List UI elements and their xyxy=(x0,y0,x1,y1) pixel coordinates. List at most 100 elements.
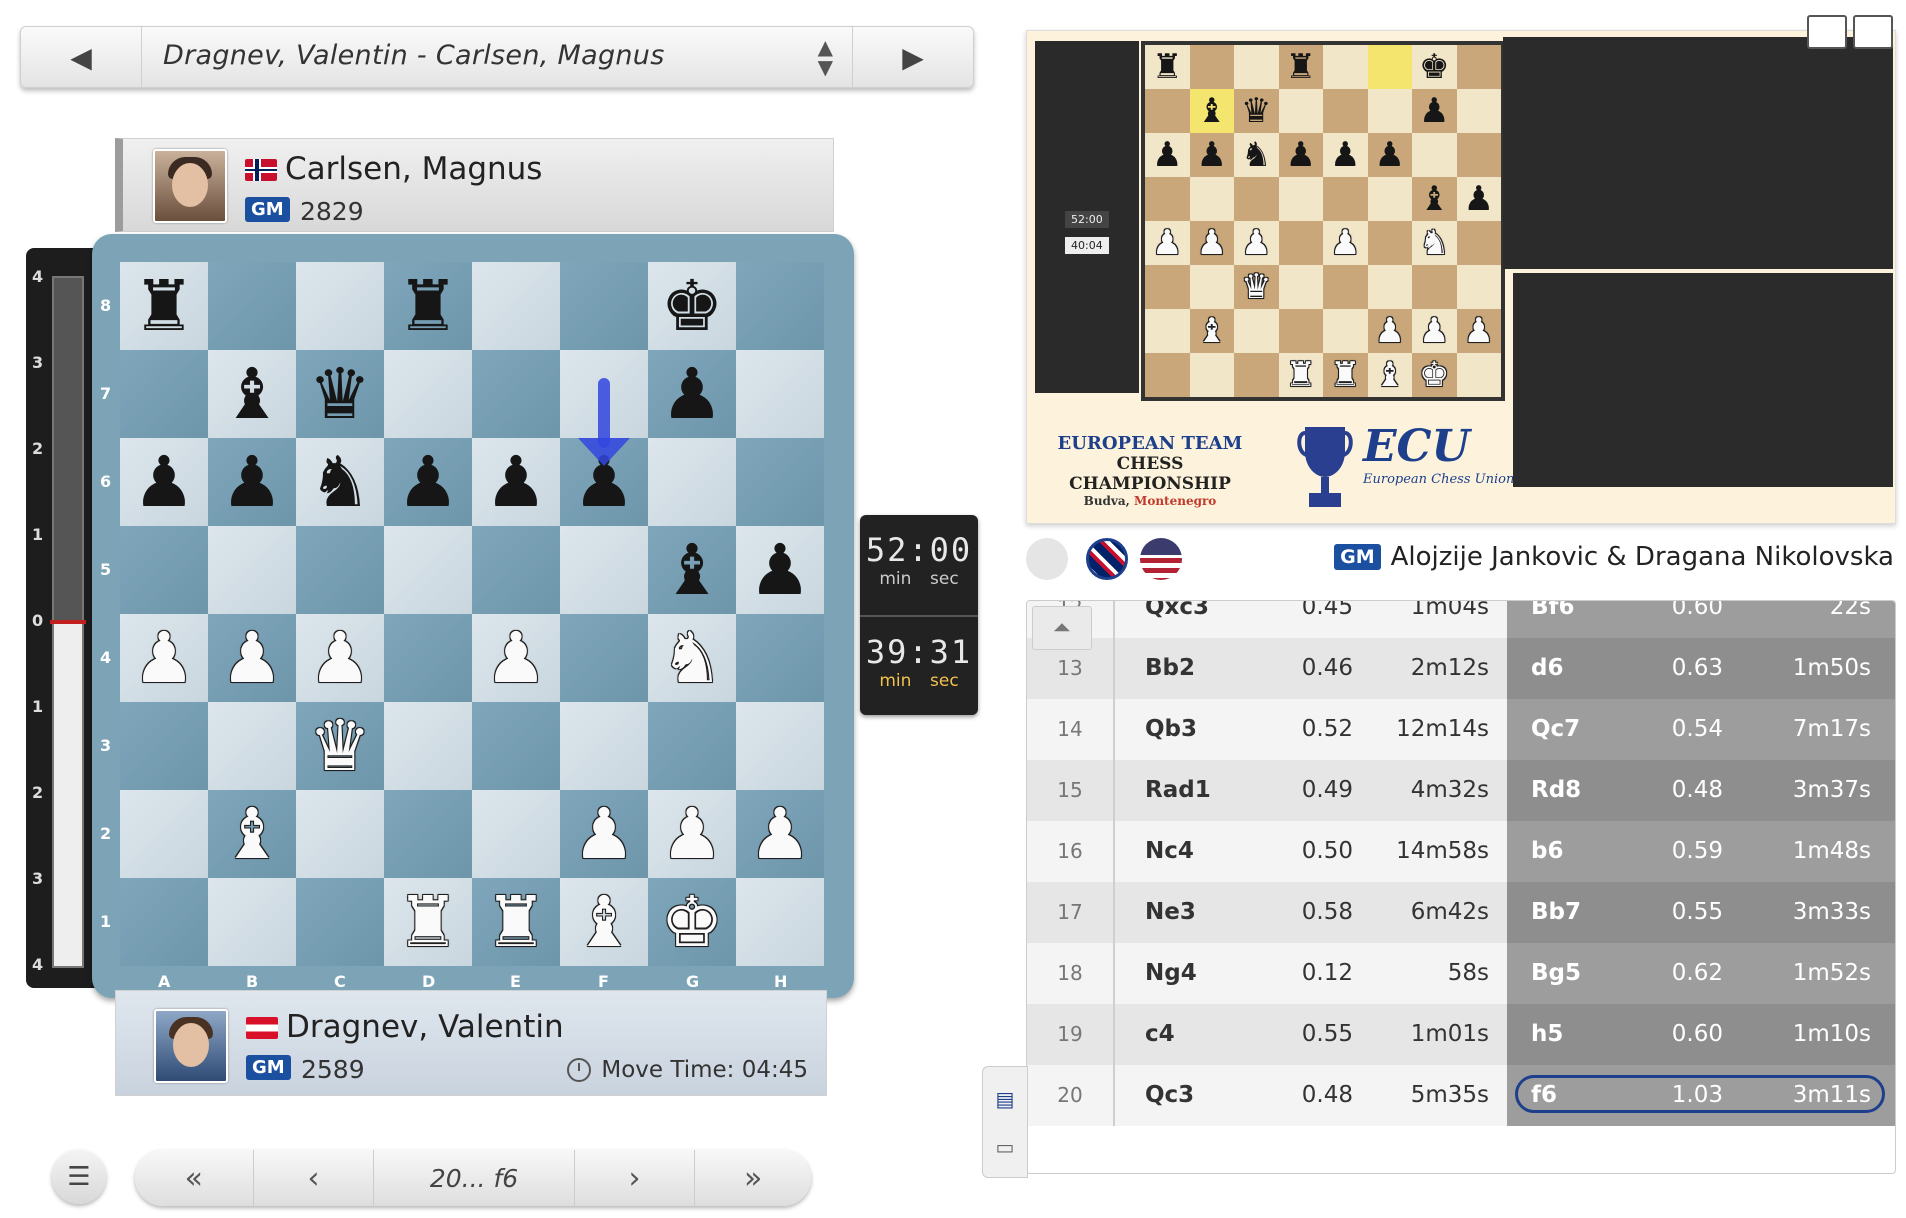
square-c7[interactable]: ♛ xyxy=(296,350,384,438)
square-f7[interactable] xyxy=(560,350,648,438)
next-move-button[interactable]: › xyxy=(575,1150,696,1206)
square-f6[interactable]: ♟ xyxy=(560,438,648,526)
white-bishop-icon[interactable]: ♝ xyxy=(573,887,636,957)
black-pawn-icon[interactable]: ♟ xyxy=(573,447,636,517)
current-move[interactable]: 20... f6 xyxy=(374,1150,575,1206)
last-move-button[interactable]: » xyxy=(695,1150,811,1206)
square-c3[interactable]: ♛ xyxy=(296,702,384,790)
square-e4[interactable]: ♟ xyxy=(472,614,560,702)
square-c4[interactable]: ♟ xyxy=(296,614,384,702)
square-g5[interactable]: ♝ xyxy=(648,526,736,614)
white-move-cell[interactable]: 16 Nc4 0.50 14m58s xyxy=(1027,821,1507,882)
square-d2[interactable] xyxy=(384,790,472,878)
white-move-cell[interactable]: 14 Qb3 0.52 12m14s xyxy=(1027,699,1507,760)
black-king-icon[interactable]: ♚ xyxy=(661,271,724,341)
us-commentary-flag-icon[interactable] xyxy=(1140,538,1182,580)
square-b5[interactable] xyxy=(208,526,296,614)
square-g3[interactable] xyxy=(648,702,736,790)
square-a4[interactable]: ♟ xyxy=(120,614,208,702)
black-pawn-icon[interactable]: ♟ xyxy=(661,359,724,429)
camera-icon[interactable] xyxy=(1026,538,1068,580)
square-c6[interactable]: ♞ xyxy=(296,438,384,526)
black-move-cell[interactable]: f6 1.03 3m11s xyxy=(1507,1065,1895,1126)
theater-mode-icon[interactable] xyxy=(1853,15,1893,49)
black-move-cell[interactable]: Bb7 0.55 3m33s xyxy=(1507,882,1895,943)
square-e7[interactable] xyxy=(472,350,560,438)
white-move-cell[interactable]: 18 Ng4 0.12 58s xyxy=(1027,943,1507,1004)
black-pawn-icon[interactable]: ♟ xyxy=(397,447,460,517)
white-pawn-icon[interactable]: ♟ xyxy=(309,623,372,693)
square-b6[interactable]: ♟ xyxy=(208,438,296,526)
square-d8[interactable]: ♜ xyxy=(384,262,472,350)
square-a7[interactable] xyxy=(120,350,208,438)
square-h2[interactable]: ♟ xyxy=(736,790,824,878)
black-move-cell[interactable]: b6 0.59 1m48s xyxy=(1507,821,1895,882)
menu-button[interactable]: ☰ xyxy=(52,1150,106,1204)
square-e8[interactable] xyxy=(472,262,560,350)
square-a1[interactable] xyxy=(120,878,208,966)
white-bishop-icon[interactable]: ♝ xyxy=(221,799,284,869)
black-move-cell[interactable]: Bf6 0.60 22s xyxy=(1507,601,1895,638)
white-move-cell[interactable]: 13 Bb2 0.46 2m12s xyxy=(1027,638,1507,699)
white-pawn-icon[interactable]: ♟ xyxy=(485,623,548,693)
square-h1[interactable] xyxy=(736,878,824,966)
square-h3[interactable] xyxy=(736,702,824,790)
square-g8[interactable]: ♚ xyxy=(648,262,736,350)
notation-list-icon[interactable]: ▤ xyxy=(991,1087,1019,1111)
black-bishop-icon[interactable]: ♝ xyxy=(221,359,284,429)
white-move-cell[interactable]: 15 Rad1 0.49 4m32s xyxy=(1027,760,1507,821)
black-bishop-icon[interactable]: ♝ xyxy=(661,535,724,605)
square-f4[interactable] xyxy=(560,614,648,702)
square-d7[interactable] xyxy=(384,350,472,438)
scroll-up-button[interactable]: ⏶ xyxy=(1032,606,1092,650)
black-knight-icon[interactable]: ♞ xyxy=(309,447,372,517)
square-g7[interactable]: ♟ xyxy=(648,350,736,438)
square-d1[interactable]: ♜ xyxy=(384,878,472,966)
white-move-cell[interactable]: 17 Ne3 0.58 6m42s xyxy=(1027,882,1507,943)
square-d4[interactable] xyxy=(384,614,472,702)
square-d3[interactable] xyxy=(384,702,472,790)
white-pawn-icon[interactable]: ♟ xyxy=(749,799,812,869)
black-rook-icon[interactable]: ♜ xyxy=(133,271,196,341)
video-player[interactable]: 52:00 40:04 ♜ ♜ ♚ ♝ ♛ ♟ ♟ ♟ ♞ ♟ ♟ ♟ ♝ ♟ ♟ ♟ ♟ ♟ ♞ ♛ ♝ ♟ ♟ ♟ ♜ ♜ ♝ ♚… xyxy=(1026,15,1896,524)
square-c1[interactable] xyxy=(296,878,384,966)
square-f3[interactable] xyxy=(560,702,648,790)
square-f1[interactable]: ♝ xyxy=(560,878,648,966)
square-c2[interactable] xyxy=(296,790,384,878)
square-h7[interactable] xyxy=(736,350,824,438)
square-a6[interactable]: ♟ xyxy=(120,438,208,526)
square-d6[interactable]: ♟ xyxy=(384,438,472,526)
square-e5[interactable] xyxy=(472,526,560,614)
square-c5[interactable] xyxy=(296,526,384,614)
chat-icon[interactable]: ▭ xyxy=(991,1135,1019,1159)
square-f5[interactable] xyxy=(560,526,648,614)
first-move-button[interactable]: « xyxy=(135,1150,254,1206)
previous-game-button[interactable]: ◀ xyxy=(21,27,142,87)
white-queen-icon[interactable]: ♛ xyxy=(309,711,372,781)
square-b3[interactable] xyxy=(208,702,296,790)
black-rook-icon[interactable]: ♜ xyxy=(397,271,460,341)
white-pawn-icon[interactable]: ♟ xyxy=(573,799,636,869)
black-pawn-icon[interactable]: ♟ xyxy=(485,447,548,517)
white-knight-icon[interactable]: ♞ xyxy=(661,623,724,693)
black-move-cell[interactable]: h5 0.60 1m10s xyxy=(1507,1004,1895,1065)
square-b2[interactable]: ♝ xyxy=(208,790,296,878)
square-g4[interactable]: ♞ xyxy=(648,614,736,702)
expand-icon[interactable] xyxy=(1807,15,1847,49)
square-a8[interactable]: ♜ xyxy=(120,262,208,350)
square-b8[interactable] xyxy=(208,262,296,350)
white-pawn-icon[interactable]: ♟ xyxy=(221,623,284,693)
black-move-cell[interactable]: Bg5 0.62 1m52s xyxy=(1507,943,1895,1004)
moves-table[interactable]: 12Qxc30.451m04sBf60.6022s13Bb20.462m12sd… xyxy=(1026,600,1896,1174)
black-move-cell[interactable]: Qc7 0.54 7m17s xyxy=(1507,699,1895,760)
square-a3[interactable] xyxy=(120,702,208,790)
square-g1[interactable]: ♚ xyxy=(648,878,736,966)
black-pawn-icon[interactable]: ♟ xyxy=(133,447,196,517)
white-move-cell[interactable]: 12Qxc30.451m04s xyxy=(1027,601,1507,638)
square-g6[interactable] xyxy=(648,438,736,526)
square-e3[interactable] xyxy=(472,702,560,790)
white-rook-icon[interactable]: ♜ xyxy=(397,887,460,957)
square-a2[interactable] xyxy=(120,790,208,878)
next-game-button[interactable]: ▶ xyxy=(852,27,973,87)
white-pawn-icon[interactable]: ♟ xyxy=(133,623,196,693)
